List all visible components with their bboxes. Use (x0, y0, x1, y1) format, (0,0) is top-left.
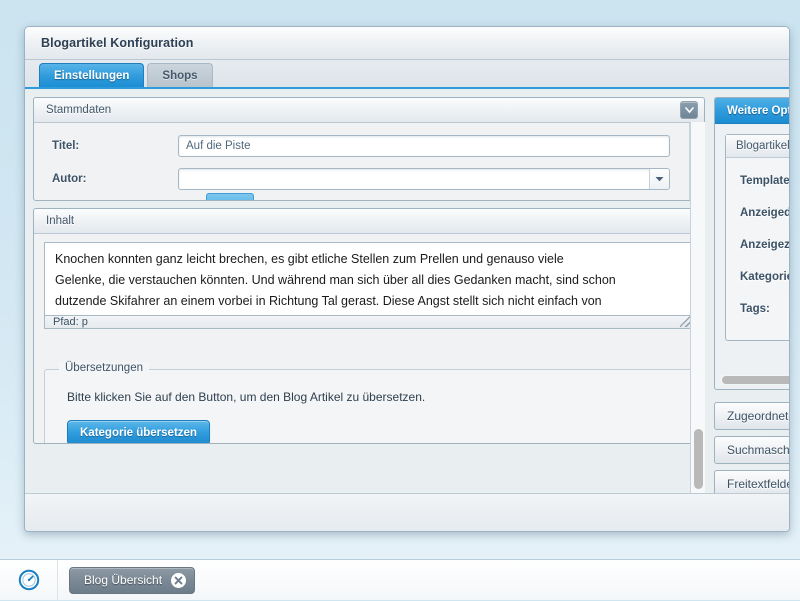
tab-bar: Einstellungen Shops (25, 60, 789, 89)
window-title: Blogartikel Konfiguration (41, 36, 194, 50)
property-row-template: Template: (740, 170, 789, 192)
chevron-down-icon[interactable] (649, 169, 669, 189)
uebersetzungen-description: Bitte klicken Sie auf den Button, um den… (67, 390, 677, 404)
anzeigezeit-label: Anzeigezeit: (740, 239, 789, 251)
template-label: Template: (740, 175, 789, 187)
application-window: Blogartikel Konfiguration Einstellungen … (24, 26, 790, 532)
main-form-column: Stammdaten Titel: Auf die Piste (33, 97, 705, 493)
field-row-titel: Titel: Auf die Piste (34, 135, 704, 157)
accordion-weitere-optionen-body: Blogartikel-Eigenschaften Template: Anze… (715, 124, 789, 341)
inhalt-panel-header: Inhalt (34, 209, 704, 234)
autor-input[interactable] (178, 168, 670, 190)
tab-shops[interactable]: Shops (147, 63, 212, 87)
kategorie-uebersetzen-button[interactable]: Kategorie übersetzen (67, 420, 210, 443)
editor-content[interactable]: Knochen konnten ganz leicht brechen, es … (45, 243, 693, 312)
blogartikel-eigenschaften-panel: Blogartikel-Eigenschaften Template: Anze… (725, 134, 789, 341)
inhalt-panel: Inhalt Knochen konnten ganz leicht brech… (33, 208, 705, 444)
chevron-down-icon[interactable] (680, 101, 698, 119)
property-row-anzeigedatum: Anzeigedatum: (740, 202, 789, 224)
blogartikel-eigenschaften-title: Blogartikel-Eigenschaften (726, 135, 789, 158)
tab-einstellungen[interactable]: Einstellungen (39, 63, 144, 87)
window-titlebar: Blogartikel Konfiguration (25, 27, 789, 60)
accordion-zugeordnete-artikel-label: Zugeordnete Artikel (727, 409, 789, 423)
taskbar: Blog Übersicht (0, 559, 800, 600)
rich-text-editor[interactable]: Knochen konnten ganz leicht brechen, es … (44, 242, 694, 316)
window-bottom-bar (25, 493, 789, 531)
uebersetzungen-fieldset: Übersetzungen Bitte klicken Sie auf den … (44, 369, 694, 443)
accordion-zugeordnete-artikel[interactable]: Zugeordnete Artikel (714, 402, 789, 430)
kategorie-label: Kategorie: (740, 271, 789, 283)
desktop-background: Blogartikel Konfiguration Einstellungen … (0, 0, 800, 600)
accordion-weitere-optionen-header[interactable]: Weitere Optionen (715, 98, 789, 124)
field-row-autor: Autor: (34, 168, 704, 190)
uebersetzungen-legend: Übersetzungen (59, 362, 149, 374)
editor-statusbar: Pfad: p (44, 316, 694, 329)
clipped-action-button[interactable] (206, 193, 254, 201)
editor-line: Knochen konnten ganz leicht brechen, es … (55, 249, 683, 270)
accordion-weitere-optionen: Weitere Optionen Blogartikel-Eigenschaft… (714, 97, 789, 390)
stammdaten-panel-header: Stammdaten (34, 98, 704, 123)
stammdaten-panel: Stammdaten Titel: Auf die Piste (33, 97, 705, 201)
accordion-freitextfelder[interactable]: Freitextfelder (714, 470, 789, 493)
accordion-weitere-optionen-label: Weitere Optionen (727, 105, 789, 117)
property-row-anzeigezeit: Anzeigezeit: (740, 234, 789, 256)
sidebar-column: Weitere Optionen Blogartikel-Eigenschaft… (714, 97, 789, 493)
scrollbar-thumb[interactable] (722, 376, 789, 384)
editor-line: Gelenke, die verstauchen könnten. Und wä… (55, 270, 683, 291)
task-button-label: Blog Übersicht (84, 573, 162, 587)
property-row-kategorie: Kategorie: (740, 266, 789, 288)
property-row-tags: Tags: (740, 298, 789, 320)
tab-shops-label: Shops (162, 70, 197, 82)
inhalt-panel-title: Inhalt (46, 215, 698, 227)
window-body: Stammdaten Titel: Auf die Piste (25, 89, 789, 493)
autor-label: Autor: (52, 173, 178, 185)
task-button-blog-uebersicht[interactable]: Blog Übersicht (69, 567, 195, 594)
sidebar-horizontal-scrollbar[interactable] (720, 375, 789, 385)
tags-label: Tags: (740, 303, 770, 315)
autor-combobox[interactable] (178, 168, 670, 190)
editor-path-text: Pfad: p (53, 316, 88, 328)
anzeigedatum-label: Anzeigedatum: (740, 207, 789, 219)
editor-line: dutzende Skifahrer an einem vorbei in Ri… (55, 291, 683, 312)
titel-input[interactable]: Auf die Piste (178, 135, 670, 157)
stammdaten-panel-title: Stammdaten (46, 104, 680, 116)
scrollbar-thumb[interactable] (694, 429, 703, 444)
tab-einstellungen-label: Einstellungen (54, 70, 129, 82)
inhalt-panel-body: Knochen konnten ganz leicht brechen, es … (34, 234, 704, 443)
accordion-freitextfelder-label: Freitextfelder (727, 477, 789, 491)
titel-input-value: Auf die Piste (186, 140, 251, 152)
dashboard-gauge-icon[interactable] (0, 560, 58, 601)
kategorie-uebersetzen-label: Kategorie übersetzen (80, 427, 197, 439)
accordion-suchmaschinen-optimierung-label: Suchmaschinen Optimierung (727, 443, 789, 457)
inhalt-scrollbar[interactable] (690, 208, 705, 444)
titel-label: Titel: (52, 140, 178, 152)
close-icon[interactable] (171, 573, 186, 588)
stammdaten-panel-body: Titel: Auf die Piste Autor: (34, 123, 704, 201)
blogartikel-eigenschaften-body: Template: Anzeigedatum: Anzeigezeit: Kat… (726, 158, 789, 340)
accordion-suchmaschinen-optimierung[interactable]: Suchmaschinen Optimierung (714, 436, 789, 464)
